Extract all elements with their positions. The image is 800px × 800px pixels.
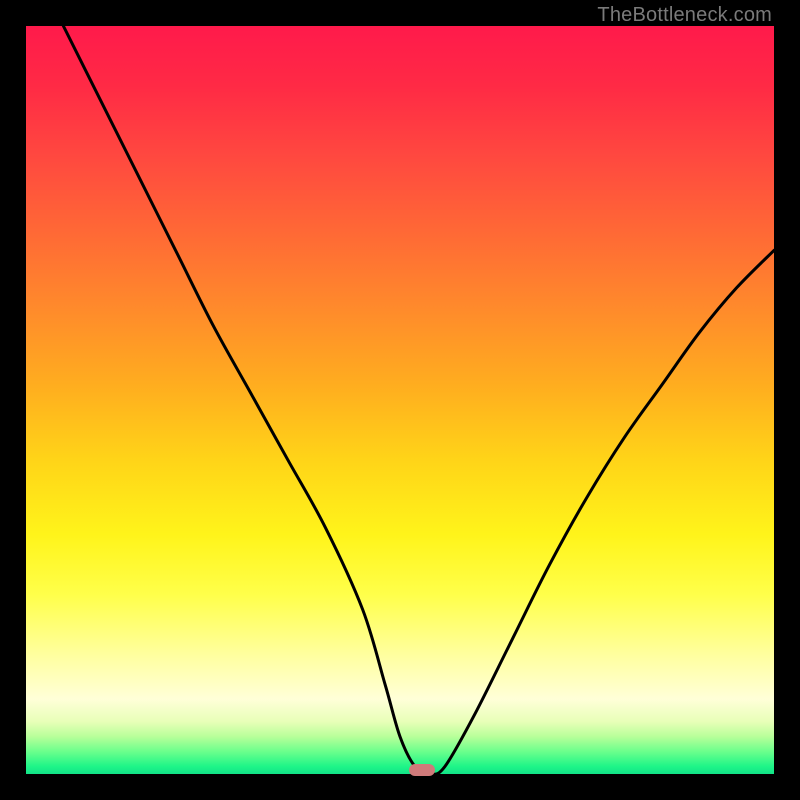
optimal-marker <box>409 764 435 776</box>
bottleneck-curve <box>26 26 774 774</box>
chart-plot-area <box>26 26 774 774</box>
chart-frame: TheBottleneck.com <box>0 0 800 800</box>
watermark-text: TheBottleneck.com <box>597 4 772 27</box>
